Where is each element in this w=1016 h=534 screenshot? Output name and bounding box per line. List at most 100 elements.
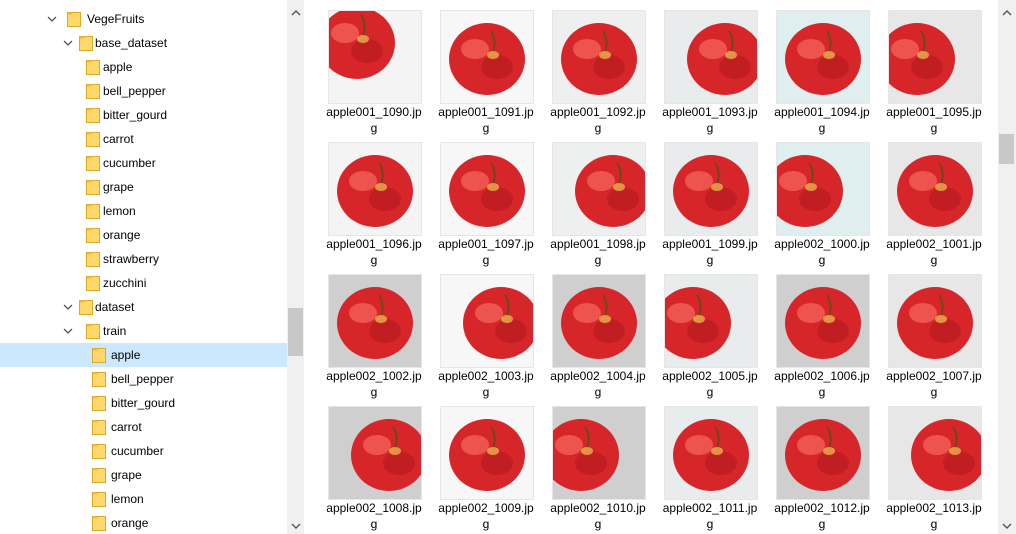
apple-thumbnail-image <box>664 406 758 500</box>
folder-icon <box>92 419 106 435</box>
tree-item-bitter-gourd[interactable]: bitter_gourd <box>0 103 287 127</box>
apple-thumbnail-image <box>552 142 646 236</box>
tree-item-VegeFruits[interactable]: VegeFruits <box>0 7 287 31</box>
folder-icon <box>86 203 100 219</box>
chevron-down-icon[interactable] <box>46 13 58 25</box>
folder-icon <box>92 395 106 411</box>
tree-item-label: grape <box>111 468 142 482</box>
file-tile[interactable]: apple002_1007.jp g <box>864 264 982 399</box>
apple-thumbnail-image <box>776 406 870 500</box>
tree-item-label: cucumber <box>111 444 164 458</box>
file-tile[interactable]: apple001_1095.jp g <box>864 0 982 135</box>
tree-item-label: dataset <box>95 300 135 314</box>
tree-item-label: bitter_gourd <box>103 108 168 122</box>
file-name-line: apple002_1013.jp <box>886 501 982 515</box>
file-tile[interactable]: apple001_1092.jp g <box>528 0 646 135</box>
tree-item-dataset[interactable]: dataset <box>0 295 287 319</box>
file-tile[interactable]: apple002_1011.jp g <box>640 396 758 531</box>
folder-icon <box>79 299 93 315</box>
tree-item-apple[interactable]: apple <box>0 55 287 79</box>
file-tile[interactable]: apple002_1010.jp g <box>528 396 646 531</box>
file-tile[interactable]: apple001_1091.jp g <box>416 0 534 135</box>
tree-item-train[interactable]: train <box>0 319 287 343</box>
file-tile[interactable]: apple001_1096.jp g <box>304 132 422 267</box>
scroll-up-arrow-icon[interactable] <box>287 4 304 21</box>
tree-item-bell-pepper[interactable]: bell_pepper <box>0 367 287 391</box>
chevron-down-icon[interactable] <box>62 325 74 337</box>
folder-icon <box>86 275 100 291</box>
apple-thumbnail-image <box>776 274 870 368</box>
tree-item-orange[interactable]: orange <box>0 511 287 534</box>
file-name-line: apple002_1001.jp <box>886 237 982 251</box>
file-tile[interactable]: apple001_1090.jp g <box>304 0 422 135</box>
tree-item-label: apple <box>111 348 141 362</box>
file-tile[interactable]: apple002_1000.jp g <box>752 132 870 267</box>
tree-item-carrot[interactable]: carrot <box>0 127 287 151</box>
file-tile[interactable]: apple002_1001.jp g <box>864 132 982 267</box>
file-tile[interactable]: apple001_1097.jp g <box>416 132 534 267</box>
tree-item-label: carrot <box>111 420 142 434</box>
apple-thumbnail-image <box>328 274 422 368</box>
folder-icon <box>79 35 93 51</box>
file-tile[interactable]: apple002_1013.jpg <box>864 396 982 531</box>
tree-scroll-thumb[interactable] <box>288 308 303 356</box>
file-tile[interactable]: apple001_1099.jp g <box>640 132 758 267</box>
file-tile[interactable]: apple002_1004.jp g <box>528 264 646 399</box>
tree-item-strawberry[interactable]: strawberry <box>0 247 287 271</box>
folder-icon <box>86 155 100 171</box>
tree-item-grape[interactable]: grape <box>0 175 287 199</box>
file-tile[interactable]: apple002_1002.jp g <box>304 264 422 399</box>
file-tile[interactable]: apple002_1005.jp g <box>640 264 758 399</box>
file-tile[interactable]: apple002_1003.jp g <box>416 264 534 399</box>
folder-icon <box>92 443 106 459</box>
grid-scroll-thumb[interactable] <box>999 134 1014 164</box>
tree-item-zucchini[interactable]: zucchini <box>0 271 287 295</box>
scroll-down-arrow-icon[interactable] <box>287 517 304 534</box>
folder-icon <box>86 227 100 243</box>
file-tile[interactable]: apple002_1009.jp g <box>416 396 534 531</box>
tree-item-label: orange <box>111 516 149 530</box>
tree-item-apple[interactable]: apple <box>0 343 287 367</box>
file-tile[interactable]: apple001_1094.jp g <box>752 0 870 135</box>
scroll-down-arrow-icon[interactable] <box>998 517 1015 534</box>
file-tile[interactable]: apple002_1006.jp g <box>752 264 870 399</box>
scroll-up-arrow-icon[interactable] <box>998 4 1015 21</box>
tree-item-bell-pepper[interactable]: bell_pepper <box>0 79 287 103</box>
file-tile[interactable]: apple001_1093.jp g <box>640 0 758 135</box>
file-name-line: g <box>930 517 938 531</box>
chevron-down-icon[interactable] <box>62 301 74 313</box>
tree-item-carrot[interactable]: carrot <box>0 415 287 439</box>
apple-thumbnail-image <box>888 10 982 104</box>
folder-icon <box>86 323 100 339</box>
grid-scrollbar[interactable] <box>998 0 1016 534</box>
tree-item-orange[interactable]: orange <box>0 223 287 247</box>
folder-icon <box>92 467 106 483</box>
folder-icon <box>86 59 100 75</box>
file-name-line: apple001_1095.jp <box>886 105 982 119</box>
tree-item-label: cucumber <box>103 156 156 170</box>
apple-thumbnail-image <box>664 274 758 368</box>
tree-item-label: grape <box>103 180 134 194</box>
tree-item-base-dataset[interactable]: base_dataset <box>0 31 287 55</box>
folder-icon <box>86 179 100 195</box>
tree-item-label: zucchini <box>103 276 147 290</box>
file-tile[interactable]: apple002_1008.jp g <box>304 396 422 531</box>
apple-thumbnail-image <box>328 10 422 104</box>
chevron-down-icon[interactable] <box>62 37 74 49</box>
apple-thumbnail-image <box>776 142 870 236</box>
apple-thumbnail-image <box>552 10 646 104</box>
tree-item-cucumber[interactable]: cucumber <box>0 151 287 175</box>
file-tile[interactable]: apple001_1098.jp g <box>528 132 646 267</box>
file-tile[interactable]: apple002_1012.jp g <box>752 396 870 531</box>
tree-item-grape[interactable]: grape <box>0 463 287 487</box>
apple-thumbnail-image <box>552 406 646 500</box>
tree-item-lemon[interactable]: lemon <box>0 199 287 223</box>
tree-item-lemon[interactable]: lemon <box>0 487 287 511</box>
tree-scrollbar[interactable] <box>287 0 304 534</box>
apple-thumbnail-image <box>440 274 534 368</box>
tree-item-label: bitter_gourd <box>111 396 176 410</box>
tree-item-bitter-gourd[interactable]: bitter_gourd <box>0 391 287 415</box>
folder-icon <box>86 107 100 123</box>
tree-item-cucumber[interactable]: cucumber <box>0 439 287 463</box>
folder-icon <box>92 491 106 507</box>
